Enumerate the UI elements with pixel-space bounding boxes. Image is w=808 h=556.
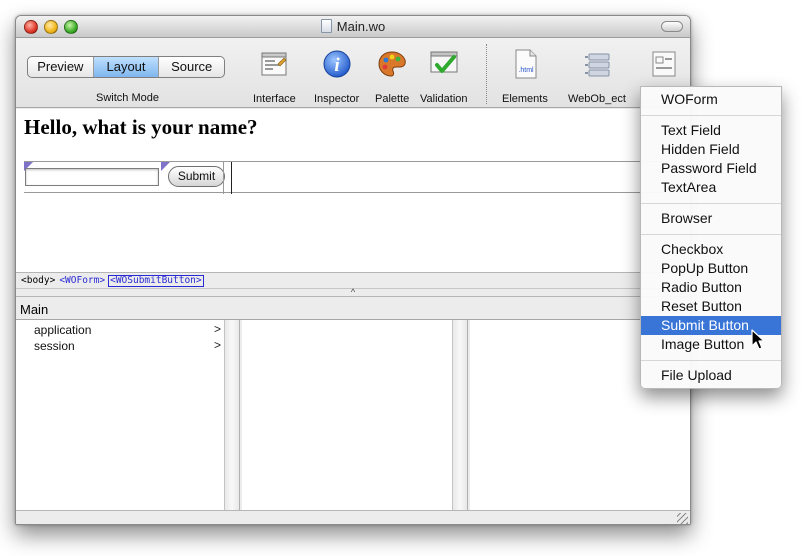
menu-item-radio-button[interactable]: Radio Button [641,278,781,297]
toolbar: Preview Layout Source Switch Mode Interf… [16,38,690,108]
chevron-right-icon: > [214,322,222,336]
document-icon [320,19,332,33]
path-wosubmitbutton[interactable]: <WOSubmitButton> [108,275,204,287]
status-bar [16,510,690,524]
validation-tool[interactable]: Validation [420,48,468,105]
page-heading[interactable]: Hello, what is your name? [24,115,258,140]
html-file-icon: .html [509,48,541,80]
browser-title: Main [16,298,690,320]
interface-icon [258,48,290,80]
toolbar-toggle-button[interactable] [661,21,683,32]
mouse-pointer-icon [751,329,765,350]
menu-separator [641,234,781,235]
switch-mode-label: Switch Mode [96,92,159,104]
browser-row-label: application [34,323,92,337]
browser-row-label: session [34,339,75,353]
svg-text:i: i [334,55,340,76]
svg-text:.html: .html [518,67,534,74]
text-field[interactable] [25,168,159,186]
menu-item-woform[interactable]: WOForm [641,90,781,109]
browser-column-2 [242,320,468,510]
validation-label: Validation [420,93,468,105]
menu-item-checkbox[interactable]: Checkbox [641,240,781,259]
inspector-label: Inspector [314,93,360,105]
inspector-tool[interactable]: i Inspector [314,48,359,105]
browser-column-1: application > session > [16,320,240,510]
palette-label: Palette [375,93,410,105]
window-title: Main.wo [16,19,690,34]
webobject-tool[interactable]: WebOb_ect [568,48,626,105]
elements-label: Elements [502,93,548,105]
chevron-right-icon: > [214,338,222,352]
insertion-caret [231,162,232,194]
submit-element-marker [161,162,170,171]
elements-tool[interactable]: .html Elements [502,48,548,105]
menu-item-hidden-field[interactable]: Hidden Field [641,140,781,159]
path-body[interactable]: <body> [20,275,56,286]
palette-icon [376,48,408,80]
form-layout-icon [648,48,680,80]
main-window: Main.wo Preview Layout Source Switch Mod… [15,15,691,525]
layout-mode-button[interactable]: Layout [93,57,160,77]
interface-tool[interactable]: Interface [253,48,296,105]
menu-item-text-field[interactable]: Text Field [641,121,781,140]
menu-item-file-upload[interactable]: File Upload [641,366,781,385]
column-1-scrollbar[interactable] [224,320,239,510]
toolbar-separator [486,44,487,104]
source-mode-button[interactable]: Source [159,57,224,77]
webobject-icon [581,48,613,80]
validation-icon [428,48,460,80]
menu-separator [641,360,781,361]
browser-row-application[interactable]: application > [34,322,221,337]
layout-canvas[interactable]: Hello, what is your name? Submit [16,109,690,272]
palette-tool[interactable]: Palette [375,48,409,105]
cell-divider [223,162,224,194]
path-woform[interactable]: <WOForm> [58,275,106,286]
menu-separator [641,203,781,204]
mode-switch: Preview Layout Source [27,56,225,78]
browser-row-session[interactable]: session > [34,338,221,353]
preview-mode-button[interactable]: Preview [28,57,94,77]
wo-form[interactable]: Submit [24,161,664,194]
interface-label: Interface [253,93,296,105]
title-bar[interactable]: Main.wo [16,16,690,38]
split-view-handle[interactable]: ^ [16,288,690,297]
menu-item-popup-button[interactable]: PopUp Button [641,259,781,278]
menu-item-password-field[interactable]: Password Field [641,159,781,178]
menu-separator [641,115,781,116]
menu-item-browser[interactable]: Browser [641,209,781,228]
webobject-label: WebOb_ect [568,93,626,105]
window-title-text: Main.wo [336,19,386,34]
column-2-scrollbar[interactable] [452,320,467,510]
resize-grip-icon[interactable] [677,513,688,524]
menu-item-reset-button[interactable]: Reset Button [641,297,781,316]
api-browser: application > session > [16,320,690,510]
menu-item-textarea[interactable]: TextArea [641,178,781,197]
info-icon: i [321,48,353,80]
submit-button[interactable]: Submit [168,166,225,187]
